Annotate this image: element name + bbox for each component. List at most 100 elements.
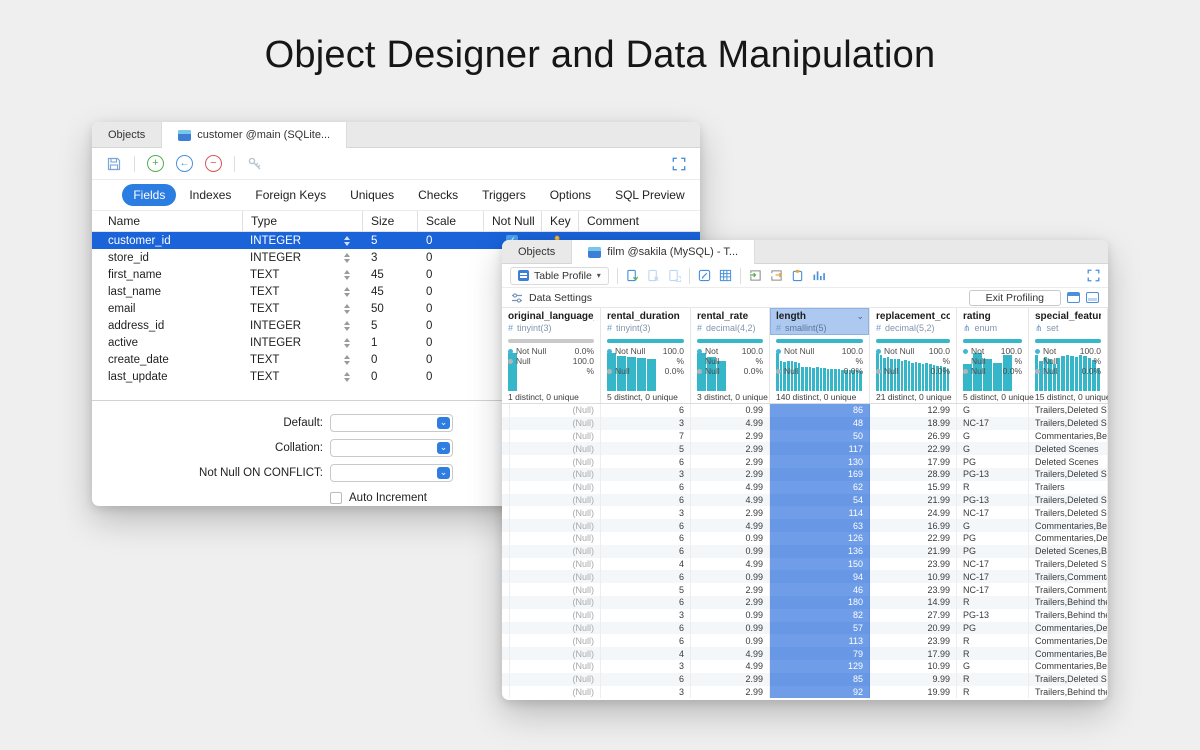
spinner-icon[interactable] [344, 304, 350, 314]
spinner-icon[interactable] [344, 287, 350, 297]
profile-panel-header[interactable]: special_features⋔set [1029, 308, 1107, 335]
profile-panel-header[interactable]: rental_duration#tinyint(3) [601, 308, 690, 335]
delete-field-icon[interactable]: − [205, 155, 222, 172]
apply-changes-icon[interactable] [626, 269, 639, 282]
tab-foreign-keys[interactable]: Foreign Keys [244, 184, 337, 206]
collation-select[interactable]: ⌄ [330, 439, 453, 457]
refresh-icon[interactable] [668, 269, 681, 282]
spinner-icon[interactable] [344, 236, 350, 246]
spinner-icon[interactable] [344, 321, 350, 331]
tab-indexes[interactable]: Indexes [178, 184, 242, 206]
data-row[interactable]: (Null)64.996215.99RTrailers [502, 481, 1108, 494]
tab-film-table[interactable]: film @sakila (MySQL) - T... [572, 240, 755, 264]
spinner-icon[interactable] [344, 338, 350, 348]
profile-panel-header[interactable]: length#smallint(5)⌄ [770, 308, 869, 335]
null-dot-icon [776, 369, 781, 374]
auto-increment-checkbox[interactable] [330, 492, 342, 504]
column-header-comment[interactable]: Comment [578, 211, 700, 231]
data-cell-length: 113 [770, 634, 870, 647]
spinner-icon[interactable] [344, 270, 350, 280]
data-settings-icon[interactable] [511, 292, 523, 304]
profile-panel-header[interactable]: rental_rate#decimal(4,2) [691, 308, 769, 335]
tab-options[interactable]: Options [539, 184, 602, 206]
numeric-type-icon: # [697, 323, 702, 333]
data-row[interactable]: (Null)32.9911424.99NC-17Trailers,Deleted… [502, 506, 1108, 519]
tab-fields[interactable]: Fields [122, 184, 176, 206]
tab-uniques[interactable]: Uniques [339, 184, 405, 206]
column-header-key[interactable]: Key [541, 211, 578, 231]
data-row[interactable]: (Null)64.996316.99GCommentaries,Behind t… [502, 519, 1108, 532]
data-row[interactable]: (Null)64.995421.99PG-13Trailers,Deleted … [502, 494, 1108, 507]
tab-checks[interactable]: Checks [407, 184, 469, 206]
edit-record-icon[interactable] [698, 269, 711, 282]
conflict-select[interactable]: ⌄ [330, 464, 453, 482]
column-header-scale[interactable]: Scale [417, 211, 483, 231]
export-icon[interactable] [770, 269, 783, 282]
data-row[interactable]: (Null)62.9913017.99PGDeleted Scenes [502, 455, 1108, 468]
data-row[interactable]: (Null)44.997917.99RCommentaries,Behind t… [502, 647, 1108, 660]
table-profile-button[interactable]: Table Profile ▾ [510, 267, 609, 285]
tab-sql-preview[interactable]: SQL Preview [604, 184, 696, 206]
profile-panel-original_language_id[interactable]: original_language_id#tinyint(3)Not Null0… [502, 308, 601, 403]
data-row[interactable]: (Null)62.9918014.99RTrailers,Behind the … [502, 596, 1108, 609]
add-field-icon[interactable]: + [147, 155, 164, 172]
data-row[interactable]: (Null)52.9911722.99GDeleted Scenes [502, 442, 1108, 455]
tab-customer-table[interactable]: customer @main (SQLite... [162, 122, 347, 148]
fullscreen-icon[interactable] [1087, 269, 1100, 282]
field-size-cell: 1 [362, 334, 417, 351]
exit-profiling-button[interactable]: Exit Profiling [969, 290, 1061, 306]
profile-panel-rental_duration[interactable]: rental_duration#tinyint(3) Not Null100.0 … [601, 308, 691, 403]
column-header-name[interactable]: Name [92, 211, 242, 231]
data-cell-rating: PG-13 [957, 494, 1029, 507]
split-window-icon[interactable] [1067, 292, 1080, 303]
data-cell-rental_duration: 4 [601, 558, 691, 571]
copy-icon[interactable] [791, 269, 804, 282]
default-select[interactable]: ⌄ [330, 414, 453, 432]
spinner-icon[interactable] [344, 372, 350, 382]
data-row[interactable]: (Null)52.994623.99NC-17Trailers,Commenta… [502, 583, 1108, 596]
profile-panel-replacement_cost[interactable]: replacement_cost#decimal(5,2)Not Null100… [870, 308, 957, 403]
data-row[interactable]: (Null)62.99859.99RTrailers,Deleted Scene… [502, 673, 1108, 686]
data-row[interactable]: (Null)32.999219.99RTrailers,Behind the S… [502, 686, 1108, 699]
save-icon[interactable] [106, 156, 122, 172]
data-row[interactable]: (Null)60.999410.99NC-17Trailers,Commenta… [502, 570, 1108, 583]
tab-triggers[interactable]: Triggers [471, 184, 537, 206]
legend-not-null: Not Null100.0 % [607, 346, 684, 366]
profile-panel-rental_rate[interactable]: rental_rate#decimal(4,2)Not Null100.0 %N… [691, 308, 770, 403]
spinner-icon[interactable] [344, 253, 350, 263]
primary-key-icon[interactable] [247, 156, 263, 172]
spinner-icon[interactable] [344, 355, 350, 365]
data-cell-rental_rate: 0.99 [691, 545, 770, 558]
data-row[interactable]: (Null)34.9912910.99GCommentaries,Behind … [502, 660, 1108, 673]
data-row[interactable]: (Null)30.998227.99PG-13Trailers,Behind t… [502, 609, 1108, 622]
profile-panel-length[interactable]: length#smallint(5)⌄Not Null100.0 %Null0.… [770, 308, 870, 403]
data-row[interactable]: (Null)44.9915023.99NC-17Trailers,Deleted… [502, 558, 1108, 571]
data-row[interactable]: (Null)34.994818.99NC-17Trailers,Deleted … [502, 417, 1108, 430]
data-row[interactable]: (Null)60.9913621.99PGDeleted Scenes,Behi… [502, 545, 1108, 558]
profile-panel-header[interactable]: rating⋔enum [957, 308, 1028, 335]
data-cell-rental_duration: 6 [601, 622, 691, 635]
data-row[interactable]: (Null)60.998612.99GTrailers,Deleted Scen… [502, 404, 1108, 417]
data-cell-length: 54 [770, 494, 870, 507]
data-row[interactable]: (Null)60.995720.99PGCommentaries,Deleted… [502, 622, 1108, 635]
chart-icon[interactable] [812, 269, 825, 282]
profile-panel-special_features[interactable]: special_features⋔setNot Null100.0 %Null0… [1029, 308, 1108, 403]
column-header-type[interactable]: Type [242, 211, 362, 231]
column-header-size[interactable]: Size [362, 211, 417, 231]
fullscreen-icon[interactable] [672, 157, 686, 171]
data-row[interactable]: (Null)60.9911323.99RCommentaries,Deleted… [502, 634, 1108, 647]
profile-panel-header[interactable]: replacement_cost#decimal(5,2) [870, 308, 956, 335]
panel-layout-icon[interactable] [1086, 292, 1099, 303]
tab-objects[interactable]: Objects [92, 122, 162, 147]
data-row[interactable]: (Null)32.9916928.99PG-13Trailers,Deleted… [502, 468, 1108, 481]
import-icon[interactable] [749, 269, 762, 282]
grid-view-icon[interactable] [719, 269, 732, 282]
insert-field-icon[interactable]: ← [176, 155, 193, 172]
tab-objects[interactable]: Objects [502, 240, 572, 263]
column-header-not-null[interactable]: Not Null [483, 211, 541, 231]
data-row[interactable]: (Null)72.995026.99GCommentaries,Behind t… [502, 430, 1108, 443]
profile-panel-header[interactable]: original_language_id#tinyint(3) [502, 308, 600, 335]
data-row[interactable]: (Null)60.9912622.99PGCommentaries,Delete… [502, 532, 1108, 545]
profile-panel-rating[interactable]: rating⋔enumNot Null100.0 %Null0.0%5 dist… [957, 308, 1029, 403]
discard-changes-icon[interactable] [647, 269, 660, 282]
